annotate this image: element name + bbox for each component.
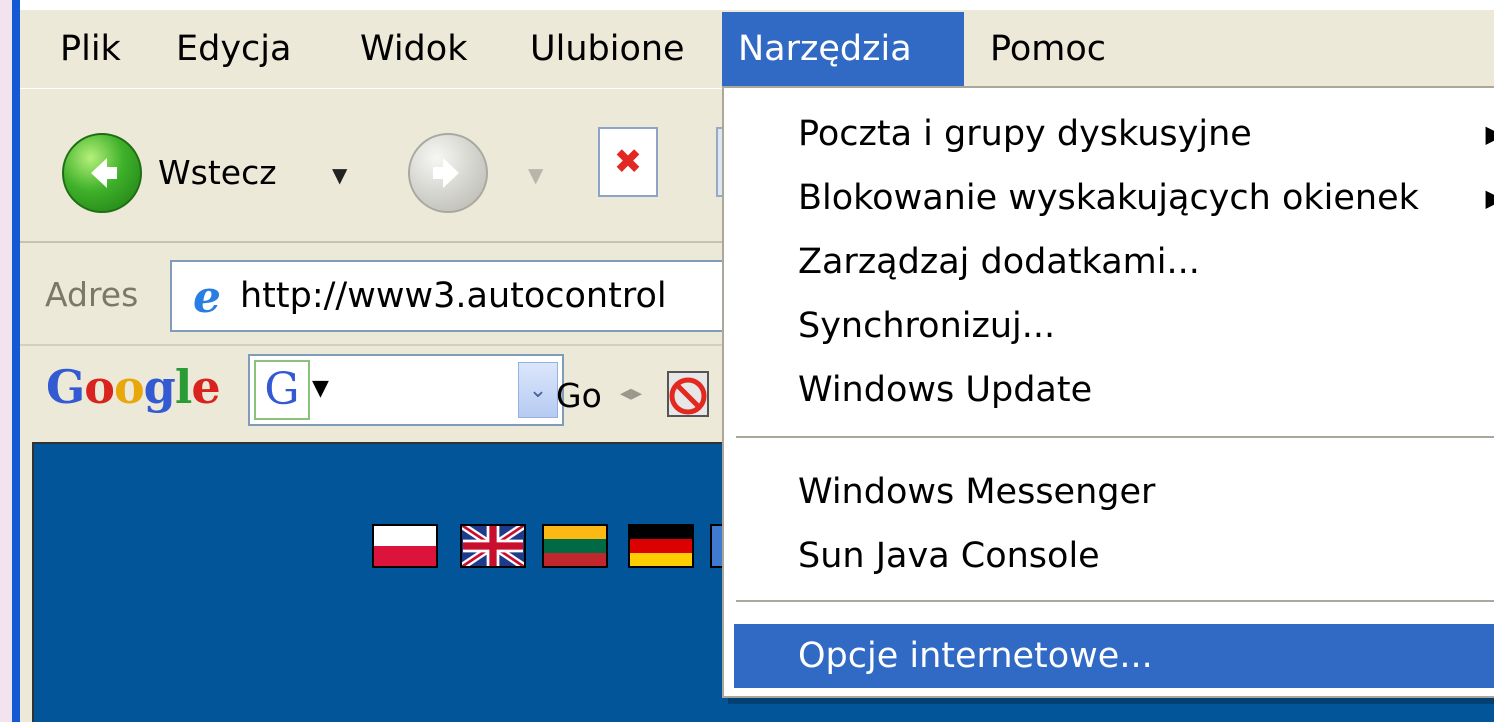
google-g-badge[interactable]: G: [254, 360, 310, 420]
menu-item-windows-messenger[interactable]: Windows Messenger: [724, 460, 1494, 524]
google-logo[interactable]: Google: [46, 360, 221, 414]
menu-item-zarzadzaj-dodatkami[interactable]: Zarządzaj dodatkami...: [724, 230, 1494, 294]
menu-ulubione[interactable]: Ulubione: [514, 12, 701, 86]
google-search-type-arrow[interactable]: ▼: [312, 376, 329, 401]
address-label: Adres: [45, 275, 139, 314]
menu-item-poczta[interactable]: Poczta i grupy dyskusyjne ▶: [724, 102, 1494, 166]
menu-item-label: Blokowanie wyskakujących okienek: [798, 178, 1419, 218]
menu-item-label: Synchronizuj...: [798, 306, 1056, 346]
popup-blocker-icon[interactable]: [660, 366, 716, 422]
back-arrow-icon[interactable]: [62, 133, 142, 213]
back-button-label[interactable]: Wstecz: [158, 153, 277, 192]
menu-item-sun-java-console[interactable]: Sun Java Console: [724, 524, 1494, 588]
menu-item-label: Zarządzaj dodatkami...: [798, 242, 1200, 282]
forward-arrow-icon[interactable]: [408, 133, 488, 213]
menu-widok[interactable]: Widok: [344, 12, 483, 86]
menu-item-label: Sun Java Console: [798, 536, 1100, 576]
flag-germany-icon[interactable]: [628, 524, 694, 568]
flag-uk-icon[interactable]: [460, 524, 526, 568]
stop-page-icon[interactable]: ✖: [598, 127, 658, 197]
menu-item-label: Poczta i grupy dyskusyjne: [798, 114, 1252, 154]
menu-item-label: Opcje internetowe...: [798, 636, 1153, 676]
menu-item-synchronizuj[interactable]: Synchronizuj...: [724, 294, 1494, 358]
flag-poland-icon[interactable]: [372, 524, 438, 568]
menu-item-label: Windows Messenger: [798, 472, 1156, 512]
menu-pomoc[interactable]: Pomoc: [974, 12, 1122, 86]
menu-item-windows-update[interactable]: Windows Update: [724, 358, 1494, 422]
menu-item-blokowanie[interactable]: Blokowanie wyskakujących okienek ▶: [724, 166, 1494, 230]
menu-item-label: Windows Update: [798, 370, 1093, 410]
tools-menu-dropdown: Poczta i grupy dyskusyjne ▶ Blokowanie w…: [722, 86, 1494, 698]
desktop-edge: [0, 0, 12, 722]
submenu-arrow-icon: ▶: [1486, 166, 1494, 230]
menu-narzedzia[interactable]: Narzędzia: [722, 12, 964, 86]
menu-plik[interactable]: Plik: [44, 12, 137, 86]
google-go-button[interactable]: Go: [556, 376, 602, 415]
menu-separator: [736, 436, 1494, 438]
internet-explorer-icon: e: [193, 271, 221, 323]
back-dropdown-arrow[interactable]: ▼: [332, 163, 347, 187]
menu-edycja[interactable]: Edycja: [160, 12, 307, 86]
google-search-history-dropdown[interactable]: ⌄: [518, 362, 558, 418]
google-search-box[interactable]: G ▼ ⌄: [248, 354, 564, 426]
menu-separator: [736, 600, 1494, 602]
flag-lithuania-icon[interactable]: [542, 524, 608, 568]
address-input[interactable]: e http://www3.autocontrol: [170, 260, 730, 332]
address-url[interactable]: http://www3.autocontrol: [240, 276, 667, 316]
forward-dropdown-arrow[interactable]: ▼: [528, 163, 543, 187]
menu-item-opcje-internetowe[interactable]: Opcje internetowe...: [734, 624, 1494, 688]
submenu-arrow-icon: ▶: [1486, 102, 1494, 166]
window-border: [12, 0, 20, 722]
menu-bar: Plik Edycja Widok Ulubione Narzędzia Pom…: [20, 8, 1494, 88]
toolbar-chevron-icon[interactable]: ◂▸: [620, 381, 642, 406]
